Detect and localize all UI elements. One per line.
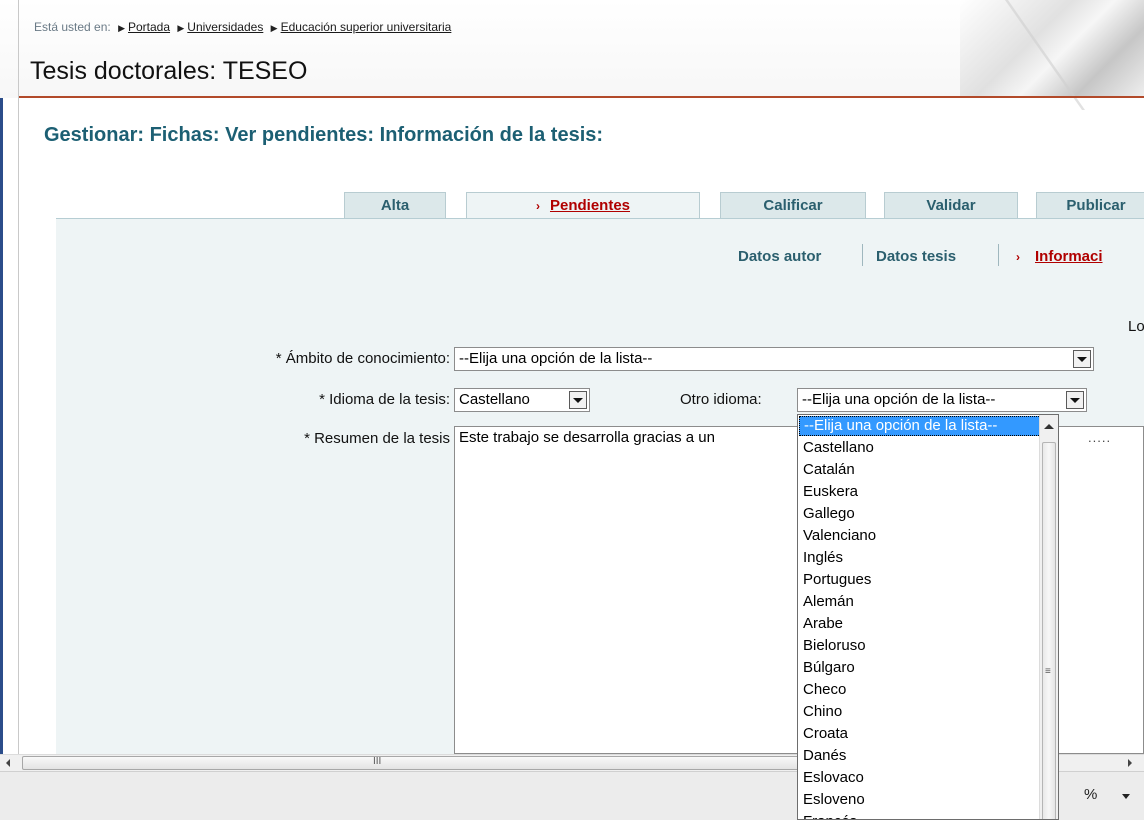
dropdown-option[interactable]: --Elija una opción de la lista-- [799,416,1057,436]
window-frame [0,0,3,820]
left-rule [18,0,19,820]
breadcrumb: Está usted en: ▶ Portada ▶ Universidades ▶… [34,20,451,34]
chevron-down-icon[interactable] [1122,794,1130,799]
horizontal-scroll-thumb[interactable] [22,756,802,770]
dropdown-option[interactable]: Inglés [798,547,1058,569]
header-rule [18,96,1144,98]
resumen-trailing: ..... [1088,430,1112,445]
subtab-separator [862,244,863,266]
tab-validar[interactable]: Validar [884,192,1018,218]
breadcrumb-link-universidades[interactable]: Universidades [187,20,263,34]
dropdown-scrollbar[interactable]: ≡ [1039,415,1058,819]
ambito-label: * Ámbito de conocimiento: [275,350,450,367]
idioma-select-value: Castellano [459,391,530,408]
dropdown-option[interactable]: Eslovaco [798,767,1058,789]
dropdown-options: --Elija una opción de la lista-- Castella… [798,416,1058,819]
subtab-datos-autor[interactable]: Datos autor [738,248,821,265]
scroll-left-icon[interactable] [6,759,10,767]
subtab-separator [998,244,999,266]
tab-alta[interactable]: Alta [344,192,446,218]
scroll-grip-icon: III [373,756,382,767]
dropdown-option[interactable]: Búlgaro [798,657,1058,679]
dropdown-option[interactable]: Bieloruso [798,635,1058,657]
breadcrumb-arrow-icon: ▶ [177,23,185,33]
otro-idioma-select-value: --Elija una opción de la lista-- [802,391,996,408]
breadcrumb-link-educacion[interactable]: Educación superior universitaria [281,20,452,34]
dropdown-option[interactable]: Esloveno [798,789,1058,811]
tab-publicar[interactable]: Publicar [1036,192,1144,218]
chevron-right-icon: › [1016,250,1020,264]
chevron-right-icon: › [535,199,540,213]
scroll-up-icon[interactable] [1044,424,1054,429]
dropdown-option[interactable]: Chino [798,701,1058,723]
otro-idioma-dropdown-list[interactable]: --Elija una opción de la lista-- Castella… [797,414,1059,820]
tab-calificar[interactable]: Calificar [720,192,866,218]
idioma-label: * Idioma de la tesis: [319,391,450,408]
chevron-down-icon[interactable] [569,391,587,409]
ambito-select[interactable]: --Elija una opción de la lista-- [454,347,1094,371]
subtab-informacion[interactable]: Informaci [1035,248,1103,265]
dropdown-option[interactable]: Euskera [798,481,1058,503]
subtab-datos-tesis[interactable]: Datos tesis [876,248,956,265]
dropdown-option[interactable]: Alemán [798,591,1058,613]
chevron-down-icon[interactable] [1066,391,1084,409]
scroll-thumb[interactable] [1042,442,1056,819]
section-title: Gestionar: Fichas: Ver pendientes: Infor… [44,124,604,146]
dropdown-option[interactable]: Valenciano [798,525,1058,547]
breadcrumb-arrow-icon: ▶ [118,23,125,33]
breadcrumb-prefix: Está usted en: [34,20,111,34]
otro-idioma-label: Otro idioma: [680,391,762,408]
dropdown-option[interactable]: Danés [798,745,1058,767]
chevron-down-icon[interactable] [1073,350,1091,368]
scroll-right-icon[interactable] [1128,759,1132,767]
otro-idioma-select[interactable]: --Elija una opción de la lista-- [797,388,1087,412]
tab-pendientes[interactable]: › Pendientes [466,192,700,218]
resumen-label: * Resumen de la tesis [304,430,450,447]
dropdown-option[interactable]: Arabe [798,613,1058,635]
dropdown-option[interactable]: Croata [798,723,1058,745]
dropdown-option[interactable]: Checo [798,679,1058,701]
breadcrumb-link-portada[interactable]: Portada [128,20,170,34]
resumen-text: Este trabajo se desarrolla gracias a un [459,429,715,446]
dropdown-option[interactable]: Portugues [798,569,1058,591]
dropdown-option[interactable]: Castellano [798,437,1058,459]
breadcrumb-arrow-icon: ▶ [270,23,278,33]
dropdown-option[interactable]: Gallego [798,503,1058,525]
zoom-level[interactable]: % [1084,786,1097,803]
dropdown-option[interactable]: Catalán [798,459,1058,481]
scroll-grip-icon: ≡ [1045,666,1051,677]
page-title: Tesis doctorales: TESEO [30,57,308,85]
dropdown-option[interactable]: Francés [798,811,1058,819]
cut-off-label: Lo [1128,318,1144,335]
ambito-select-value: --Elija una opción de la lista-- [459,350,653,367]
tab-pendientes-label: Pendientes [549,197,631,214]
idioma-select[interactable]: Castellano [454,388,590,412]
